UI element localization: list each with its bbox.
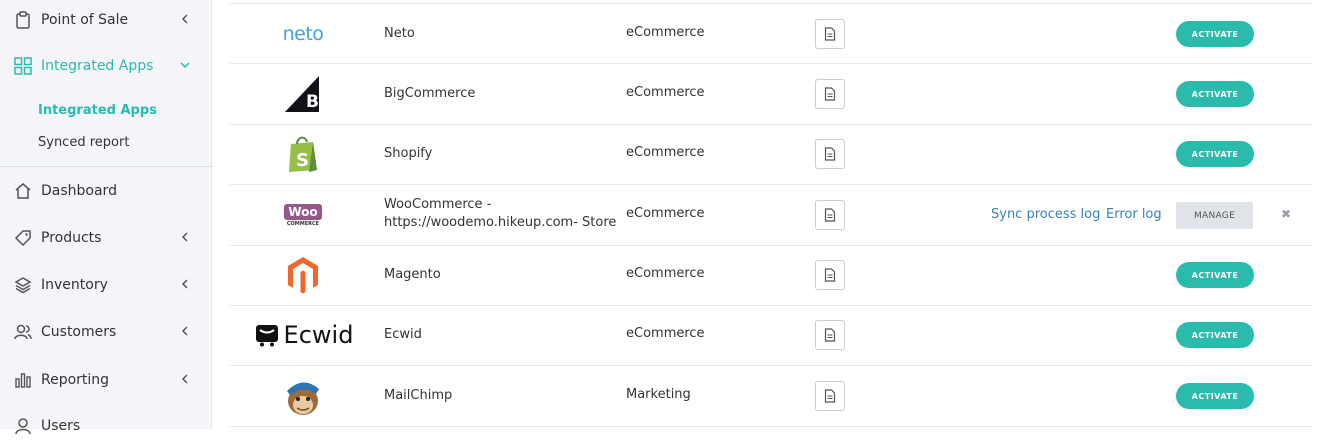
clipboard-icon <box>14 11 32 29</box>
magento-logo <box>248 245 358 305</box>
app-category: Marketing <box>626 387 691 402</box>
app-category: eCommerce <box>626 85 705 100</box>
app-name-line1: WooCommerce - <box>384 197 492 212</box>
document-button[interactable] <box>815 320 845 350</box>
activate-button[interactable]: ACTIVATE <box>1176 262 1254 288</box>
app-name: BigCommerce <box>384 86 476 101</box>
document-icon <box>824 27 836 41</box>
document-icon <box>824 87 836 101</box>
document-button[interactable] <box>815 381 845 411</box>
error-log-link[interactable]: Error log <box>1106 207 1162 222</box>
sidebar-item-label: Dashboard <box>41 183 117 199</box>
activate-button[interactable]: ACTIVATE <box>1176 81 1254 107</box>
app-category: eCommerce <box>626 266 705 281</box>
sidebar-item-label: Customers <box>41 324 117 340</box>
svg-text:S: S <box>296 150 309 171</box>
activate-button[interactable]: ACTIVATE <box>1176 141 1254 167</box>
sidebar-item-label: Reporting <box>41 372 110 388</box>
sidebar: Point of Sale Integrated Apps Integrated… <box>0 0 212 435</box>
layers-icon <box>14 276 32 294</box>
app-category: eCommerce <box>626 25 705 40</box>
row-divider <box>230 426 1312 427</box>
sidebar-item-integrated-apps[interactable]: Integrated Apps <box>0 46 212 86</box>
neto-logo: neto <box>248 4 358 64</box>
sidebar-item-customers[interactable]: Customers <box>0 312 212 352</box>
activate-button[interactable]: ACTIVATE <box>1176 383 1254 409</box>
sidebar-subitem-synced-report[interactable]: Synced report <box>38 135 129 150</box>
chevron-left-icon <box>181 326 188 336</box>
chevron-left-icon <box>181 374 188 384</box>
mailchimp-logo <box>248 366 358 426</box>
woocommerce-logo: Woo COMMERCE <box>248 185 358 245</box>
app-name: Shopify <box>384 146 433 161</box>
app-name: WooCommerce - https://woodemo.hikeup.com… <box>384 196 616 232</box>
app-category: eCommerce <box>626 326 705 341</box>
activate-button[interactable]: ACTIVATE <box>1176 322 1254 348</box>
sidebar-subitem-integrated-apps[interactable]: Integrated Apps <box>38 103 157 118</box>
app-name: Magento <box>384 267 441 282</box>
document-icon <box>824 147 836 161</box>
document-button[interactable] <box>815 260 845 290</box>
ecwid-logo: Ecwid <box>246 305 362 365</box>
sidebar-item-products[interactable]: Products <box>0 218 212 258</box>
table-row: B BigCommerce eCommerce ACTIVATE <box>230 64 1312 124</box>
document-button[interactable] <box>815 19 845 49</box>
table-row: S Shopify eCommerce ACTIVATE <box>230 124 1312 184</box>
app-name-line2: https://woodemo.hikeup.com- Store <box>384 215 617 230</box>
grid-icon <box>14 57 32 75</box>
app-category: eCommerce <box>626 145 705 160</box>
document-button[interactable] <box>815 139 845 169</box>
manage-button[interactable]: MANAGE <box>1176 202 1253 229</box>
chevron-left-icon <box>181 232 188 242</box>
sidebar-item-reporting[interactable]: Reporting <box>0 360 212 400</box>
neto-logo-text: neto <box>282 23 324 45</box>
sidebar-divider <box>0 166 212 167</box>
sidebar-item-point-of-sale[interactable]: Point of Sale <box>0 0 212 40</box>
document-icon <box>824 389 836 403</box>
sidebar-item-users[interactable]: Users <box>0 406 212 446</box>
sidebar-item-label: Products <box>41 230 102 246</box>
chevron-down-icon <box>180 62 190 69</box>
integrated-apps-table: neto Neto eCommerce ACTIVATE B BigCommer… <box>230 0 1312 429</box>
app-name: Ecwid <box>384 327 422 342</box>
sidebar-item-label: Inventory <box>41 277 108 293</box>
activate-button[interactable]: ACTIVATE <box>1176 21 1254 47</box>
sidebar-item-label: Users <box>41 418 81 434</box>
woocommerce-logo-subtext: COMMERCE <box>286 220 320 227</box>
woocommerce-logo-text: Woo <box>284 203 322 220</box>
shopify-logo: S <box>248 124 358 184</box>
tag-icon <box>14 229 32 247</box>
sync-process-log-link[interactable]: Sync process log <box>991 207 1100 222</box>
table-row: Woo COMMERCE WooCommerce - https://woode… <box>230 185 1312 245</box>
table-row: MailChimp Marketing ACTIVATE <box>230 366 1312 426</box>
home-icon <box>14 182 32 200</box>
users-icon <box>14 323 32 341</box>
close-icon[interactable]: ✖ <box>1281 207 1291 221</box>
sidebar-item-label: Point of Sale <box>41 12 129 28</box>
document-icon <box>824 328 836 342</box>
ecwid-cart-icon <box>255 325 278 347</box>
chevron-left-icon <box>181 14 188 24</box>
app-name: Neto <box>384 26 415 41</box>
table-row: Ecwid Ecwid eCommerce ACTIVATE <box>230 305 1312 365</box>
bar-chart-icon <box>14 371 32 389</box>
document-icon <box>824 208 836 222</box>
sidebar-item-label: Integrated Apps <box>41 58 154 74</box>
ecwid-logo-text: Ecwid <box>283 321 354 349</box>
woocommerce-logo-mark: Woo COMMERCE <box>284 203 322 227</box>
document-button[interactable] <box>815 200 845 230</box>
sidebar-item-inventory[interactable]: Inventory <box>0 265 212 305</box>
chevron-left-icon <box>181 279 188 289</box>
document-button[interactable] <box>815 79 845 109</box>
document-icon <box>824 268 836 282</box>
sidebar-item-dashboard[interactable]: Dashboard <box>0 171 212 211</box>
table-row: Magento eCommerce ACTIVATE <box>230 245 1312 305</box>
user-icon <box>14 417 32 435</box>
table-row: neto Neto eCommerce ACTIVATE <box>230 4 1312 64</box>
svg-text:B: B <box>306 92 319 112</box>
app-category: eCommerce <box>626 206 705 221</box>
bigcommerce-logo: B <box>248 64 358 124</box>
app-name: MailChimp <box>384 388 453 403</box>
